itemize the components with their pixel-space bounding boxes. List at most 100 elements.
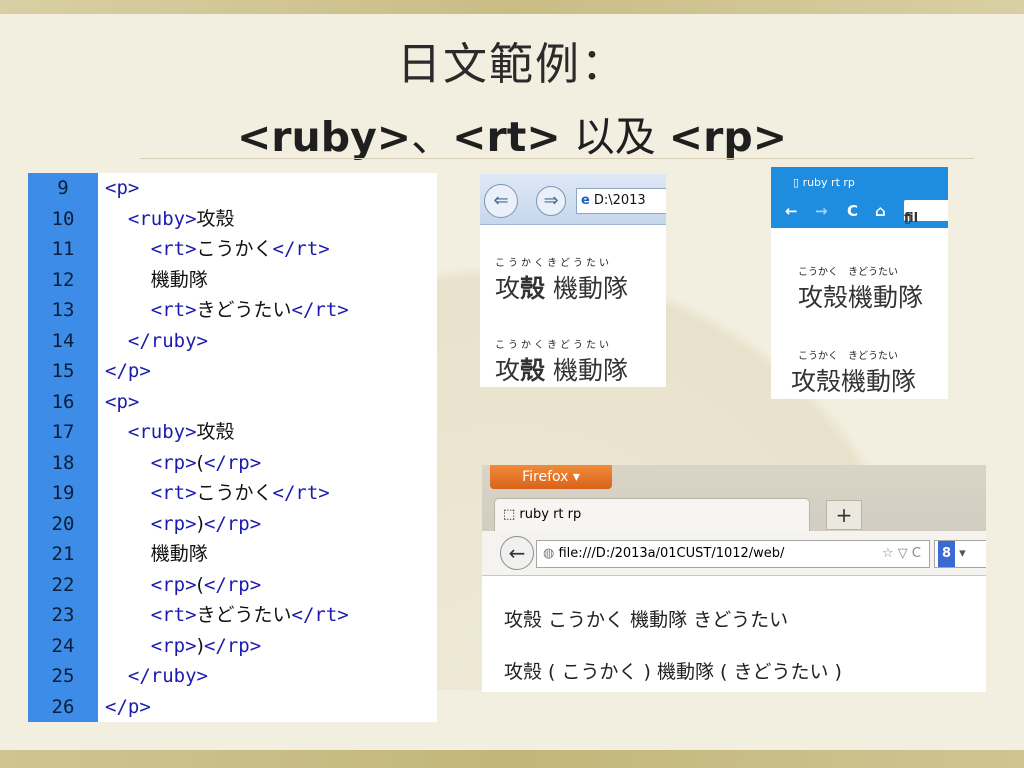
ie-rb-2-b: 機動隊 xyxy=(545,356,628,385)
html-tag: <p> xyxy=(105,390,140,413)
code-line: 14 </ruby> xyxy=(28,326,437,357)
home-icon[interactable]: ⌂ xyxy=(875,202,886,220)
text-content: 機動隊 xyxy=(150,268,208,291)
text-content: 攻殼 xyxy=(196,207,235,230)
ie-rt-1: こうかくきどうたい xyxy=(495,258,612,269)
chrome-omnibox-text: fil xyxy=(904,211,919,226)
html-tag: </p> xyxy=(105,695,151,718)
top-band xyxy=(0,0,1024,14)
firefox-url-controls[interactable]: ☆ ▽ C xyxy=(882,541,921,567)
line-number: 18 xyxy=(51,451,75,474)
code-text: <rp>(</rp> xyxy=(105,448,261,479)
firefox-tab-title: ruby rt rp xyxy=(519,507,582,522)
chevron-down-icon: ▾ xyxy=(955,546,966,561)
bottom-band xyxy=(0,750,1024,768)
code-text: <rp>(</rp> xyxy=(105,570,261,601)
line-number: 15 xyxy=(51,360,75,382)
new-tab-button[interactable]: + xyxy=(826,500,862,530)
html-tag: </rp> xyxy=(203,634,262,657)
code-text: 機動隊 xyxy=(105,539,208,570)
firefox-url-bar[interactable]: ◍ file:///D:/2013a/01CUST/1012/web/ ☆ ▽ C xyxy=(536,540,930,568)
line-number: 10 xyxy=(51,207,75,230)
text-content: 攻殼 xyxy=(196,421,235,443)
code-text: </ruby> xyxy=(105,326,208,357)
text-content: こうかく xyxy=(196,482,273,504)
line-number: 26 xyxy=(51,695,75,718)
ie-address-bar[interactable]: e D:\2013 xyxy=(576,188,666,214)
code-line: 23 <rt>きどうたい</rt> xyxy=(28,600,437,631)
firefox-menu-button[interactable]: Firefox ▾ xyxy=(490,465,612,489)
chrome-rt-1: こうかく きどうたい xyxy=(798,267,898,278)
code-lines: 9 <p> 10 <ruby>攻殼 11 <rt>こうかく</rt> 12 機動隊 13 … xyxy=(28,173,437,722)
html-tag: <rp> xyxy=(150,512,197,535)
code-text: 機動隊 xyxy=(105,265,208,296)
chrome-tabbar: ▯ ruby rt rp xyxy=(771,167,948,194)
line-number: 14 xyxy=(51,329,75,352)
reload-icon[interactable]: C xyxy=(847,202,858,220)
slide-title: 日文範例： xyxy=(397,39,627,90)
line-number: 9 xyxy=(57,177,69,199)
page-icon: ▯ xyxy=(793,176,803,189)
line-number: 16 xyxy=(51,390,75,413)
code-line: 15 </p> xyxy=(28,356,437,387)
html-tag: </rt> xyxy=(272,482,330,504)
ie-rb-1: 攻殼 機動隊 xyxy=(495,269,628,305)
line-number: 13 xyxy=(51,299,75,321)
back-arrow-icon[interactable]: ⇐ xyxy=(484,184,518,218)
code-line: 18 <rp>(</rp> xyxy=(28,448,437,479)
subtitle-part-comma: 、 xyxy=(411,113,453,161)
firefox-url-text: file:///D:/2013a/01CUST/1012/web/ xyxy=(558,546,785,561)
firefox-navbar: ← ◍ file:///D:/2013a/01CUST/1012/web/ ☆ ▽… xyxy=(482,531,986,576)
chrome-ruby-2: こうかく きどうたい 攻殼機動隊 xyxy=(791,347,916,398)
line-number: 23 xyxy=(51,604,75,626)
html-tag: <p> xyxy=(105,177,140,199)
text-content: ( xyxy=(196,573,204,596)
html-tag: </p> xyxy=(105,360,151,382)
ie-rb-1-a: 攻 xyxy=(495,274,521,303)
code-line: 22 <rp>(</rp> xyxy=(28,570,437,601)
line-number: 20 xyxy=(51,512,75,535)
line-number: 24 xyxy=(51,634,75,657)
firefox-tab[interactable]: ⬚ ruby rt rp xyxy=(494,498,810,531)
html-tag: </ruby> xyxy=(127,665,208,687)
subtitle-part-rt: <rt> xyxy=(452,113,561,161)
code-text: <rp>)</rp> xyxy=(105,509,261,540)
chrome-tab[interactable]: ▯ ruby rt rp xyxy=(793,172,933,194)
code-text: <rt>きどうたい</rt> xyxy=(105,600,349,631)
ie-logo-icon: e xyxy=(581,193,590,208)
code-line: 10 <ruby>攻殼 xyxy=(28,204,437,235)
back-arrow-icon[interactable]: ← xyxy=(500,536,534,570)
chrome-rt-2: こうかく きどうたい xyxy=(798,351,898,362)
forward-arrow-icon[interactable]: → xyxy=(815,202,828,220)
slide-subtitle: <ruby>、<rt> 以及 <rp> xyxy=(0,103,1024,163)
chrome-rb-2: 攻殼機動隊 xyxy=(791,367,917,396)
html-tag: </rp> xyxy=(203,573,262,596)
code-line: 19 <rt>こうかく</rt> xyxy=(28,478,437,509)
ie-screenshot: ⇐ ⇒ e D:\2013 こうかくきどうたい 攻殼 機動隊 こうかくきどうたい … xyxy=(480,174,666,387)
html-tag: <ruby> xyxy=(127,421,197,443)
chrome-omnibox[interactable]: ▯ fil xyxy=(904,200,948,226)
firefox-screenshot: Firefox ▾ ⬚ ruby rt rp + ← ◍ file:///D:/… xyxy=(482,465,986,692)
ie-ruby-2: こうかくきどうたい 攻殼 機動隊 xyxy=(495,336,628,387)
firefox-line-1: 攻殼 こうかく 機動隊 きどうたい xyxy=(504,609,789,631)
code-line: 20 <rp>)</rp> xyxy=(28,509,437,540)
html-tag: <rt> xyxy=(150,604,197,626)
code-text: <p> xyxy=(105,387,139,418)
back-arrow-icon[interactable]: ← xyxy=(785,202,798,220)
html-tag: <rt> xyxy=(150,238,197,260)
code-text: <rp>)</rp> xyxy=(105,631,261,662)
code-text: <rt>こうかく</rt> xyxy=(105,234,330,265)
text-content: ( xyxy=(196,451,204,474)
chrome-toolbar: ← → C ⌂ ▯ fil xyxy=(771,194,948,228)
line-number: 21 xyxy=(51,543,75,565)
text-content: 機動隊 xyxy=(150,543,208,565)
ie-rb-1-b: 機動隊 xyxy=(545,274,628,303)
forward-arrow-icon[interactable]: ⇒ xyxy=(536,186,566,216)
code-line: 16 <p> xyxy=(28,387,437,418)
ie-toolbar: ⇐ ⇒ e D:\2013 xyxy=(480,174,666,225)
code-text: <p> xyxy=(105,173,139,204)
search-engine-button[interactable]: 8 ▾ xyxy=(934,540,986,568)
ie-rt-2: こうかくきどうたい xyxy=(495,340,612,351)
chrome-ruby-1: こうかく きどうたい 攻殼機動隊 xyxy=(798,263,923,314)
code-text: </p> xyxy=(105,692,151,723)
